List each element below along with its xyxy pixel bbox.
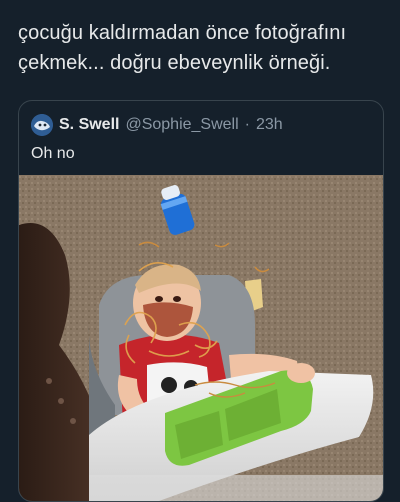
avatar[interactable] — [31, 114, 53, 136]
profile-avatar-icon — [31, 114, 53, 136]
spaghetti-toddler-photo — [19, 175, 383, 501]
quoted-tweet-text: Oh no — [31, 145, 75, 162]
tweet-photo[interactable] — [19, 175, 383, 501]
post-caption: çocuğu kaldırmadan önce fotoğrafını çekm… — [18, 22, 347, 74]
quoted-tweet-card[interactable]: S. Swell @Sophie_Swell · 23h Oh no — [18, 100, 384, 502]
author-name[interactable]: S. Swell — [59, 116, 119, 134]
quoted-tweet-header: S. Swell @Sophie_Swell · 23h — [31, 113, 283, 137]
separator-dot: · — [244, 116, 250, 133]
tweet-timestamp[interactable]: 23h — [256, 116, 283, 134]
author-handle[interactable]: @Sophie_Swell — [125, 116, 238, 134]
